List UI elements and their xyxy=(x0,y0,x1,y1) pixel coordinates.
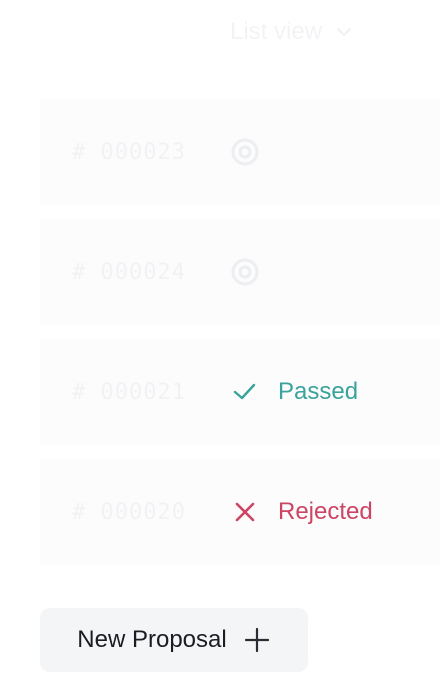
list-view-label: List view xyxy=(230,18,323,45)
list-view-toggle[interactable]: List view xyxy=(230,14,354,50)
proposal-status xyxy=(230,98,278,206)
target-icon xyxy=(231,258,259,286)
new-proposal-label: New Proposal xyxy=(77,626,227,653)
proposal-id: # 000023 xyxy=(72,139,186,165)
close-icon xyxy=(235,502,255,522)
proposal-row[interactable]: # 000020 Rejected xyxy=(40,458,440,566)
status-label: Rejected xyxy=(278,498,373,525)
proposal-row[interactable]: # 000024 xyxy=(40,218,440,326)
new-proposal-button[interactable]: New Proposal xyxy=(40,608,308,672)
target-icon xyxy=(231,138,259,166)
proposals-page: List view # 000023 # 000024 # 000021 Pas… xyxy=(0,0,440,688)
proposal-status: Passed xyxy=(230,338,358,446)
proposal-id: # 000021 xyxy=(72,379,186,405)
plus-icon xyxy=(244,627,269,653)
proposal-id: # 000020 xyxy=(72,499,186,525)
proposal-row[interactable]: # 000023 xyxy=(40,98,440,206)
proposal-status: Rejected xyxy=(230,458,373,566)
proposal-status xyxy=(230,218,278,326)
proposal-row[interactable]: # 000021 Passed xyxy=(40,338,440,446)
check-icon xyxy=(233,383,256,400)
proposal-id: # 000024 xyxy=(72,259,186,285)
status-label: Passed xyxy=(278,378,359,405)
chevron-down-icon xyxy=(337,28,352,36)
